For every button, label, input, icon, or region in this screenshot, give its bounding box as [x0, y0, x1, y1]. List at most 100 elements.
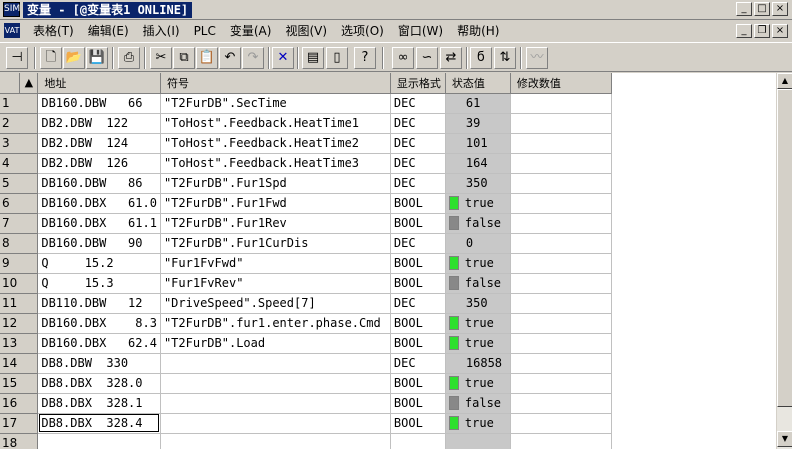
modify-var-icon[interactable]: ϭ [470, 47, 492, 69]
cell-address[interactable]: DB160.DBX 61.0 [37, 193, 161, 214]
row-number[interactable]: 12 [0, 313, 39, 334]
menu-item-8[interactable]: 帮助(H) [450, 23, 506, 39]
cell-symbol[interactable] [160, 373, 391, 394]
cell-address[interactable]: DB160.DBX 8.3 [37, 313, 161, 334]
chart-icon[interactable]: 〰 [526, 47, 548, 69]
table-row[interactable]: 11 DB110.DBW 12 "DriveSpeed".Speed[7] DEC 35… [0, 293, 776, 314]
cell-symbol[interactable]: "T2FurDB".Load [160, 333, 391, 354]
close-button[interactable]: × [772, 2, 788, 16]
cell-display-format[interactable]: BOOL [390, 413, 446, 434]
monitor-icon[interactable]: ▤ [302, 47, 324, 69]
vertical-scrollbar[interactable]: ▲ ▼ [776, 73, 792, 449]
table-row[interactable]: 13 DB160.DBX 62.4 "T2FurDB".Load BOOL true [0, 333, 776, 354]
cell-symbol[interactable]: "DriveSpeed".Speed[7] [160, 293, 391, 314]
header-display-format[interactable]: 显示格式 [390, 73, 446, 94]
cell-address[interactable]: DB160.DBX 62.4 [37, 333, 161, 354]
cell-display-format[interactable]: BOOL [390, 393, 446, 414]
cell-symbol[interactable] [160, 413, 391, 434]
cell-symbol[interactable]: "T2FurDB".SecTime [160, 93, 391, 114]
cell-address[interactable]: DB160.DBX 61.1 [37, 213, 161, 234]
cell-symbol[interactable]: "T2FurDB".Fur1Spd [160, 173, 391, 194]
cell-address[interactable]: DB2.DBW 122 [37, 113, 161, 134]
cell-address[interactable]: DB8.DBW 330 [37, 353, 161, 374]
copy-icon[interactable]: ⧉ [173, 47, 195, 69]
cell-address[interactable]: DB110.DBW 12 [37, 293, 161, 314]
cell-display-format[interactable]: BOOL [390, 313, 446, 334]
cell-display-format[interactable]: BOOL [390, 253, 446, 274]
cell-display-format[interactable]: BOOL [390, 213, 446, 234]
table-row[interactable]: 3 DB2.DBW 124 "ToHost".Feedback.HeatTime2 D… [0, 133, 776, 154]
cell-symbol[interactable]: "Fur1FvFwd" [160, 253, 391, 274]
cell-symbol[interactable]: "T2FurDB".Fur1Rev [160, 213, 391, 234]
cell-address[interactable]: DB2.DBW 126 [37, 153, 161, 174]
cell-symbol[interactable]: "ToHost".Feedback.HeatTime3 [160, 153, 391, 174]
help-icon[interactable]: ? [354, 47, 376, 69]
cell-modify-value[interactable] [510, 233, 612, 254]
cell-display-format[interactable]: DEC [390, 353, 446, 374]
cut-icon[interactable]: ✂ [150, 47, 172, 69]
row-number[interactable]: 8 [0, 233, 39, 254]
table-row[interactable]: 5 DB160.DBW 86 "T2FurDB".Fur1Spd DEC 350 [0, 173, 776, 194]
cell-modify-value[interactable] [510, 113, 612, 134]
undo-icon[interactable]: ↶ [219, 47, 241, 69]
row-number[interactable]: 14 [0, 353, 39, 374]
cell-display-format[interactable]: DEC [390, 293, 446, 314]
cell-address[interactable]: Q 15.3 [37, 273, 161, 294]
row-number[interactable]: 2 [0, 113, 39, 134]
table-row[interactable]: 4 DB2.DBW 126 "ToHost".Feedback.HeatTime3 D… [0, 153, 776, 174]
table-row[interactable]: 17 DB8.DBX 328.4 BOOL true [0, 413, 776, 434]
table-row[interactable]: 10 Q 15.3 "Fur1FvRev" BOOL false [0, 273, 776, 294]
row-number[interactable]: 6 [0, 193, 39, 214]
table-row[interactable]: 8 DB160.DBW 90 "T2FurDB".Fur1CurDis DEC 0 [0, 233, 776, 254]
pin-icon[interactable]: ⊣ [6, 47, 28, 69]
cell-display-format[interactable]: DEC [390, 153, 446, 174]
table-row[interactable]: 6 DB160.DBX 61.0 "T2FurDB".Fur1Fwd BOOL true [0, 193, 776, 214]
cell-address[interactable] [37, 433, 161, 449]
cell-modify-value[interactable] [510, 413, 612, 434]
table-row[interactable]: 14 DB8.DBW 330 DEC 16858 [0, 353, 776, 374]
header-modify-value[interactable]: 修改数值 [510, 73, 612, 94]
cell-symbol[interactable]: "T2FurDB".Fur1Fwd [160, 193, 391, 214]
cell-modify-value[interactable] [510, 273, 612, 294]
row-number[interactable]: 4 [0, 153, 39, 174]
cell-address[interactable]: DB8.DBX 328.4 [37, 413, 161, 434]
table-row[interactable]: 7 DB160.DBX 61.1 "T2FurDB".Fur1Rev BOOL fals… [0, 213, 776, 234]
trigger-modify-icon[interactable]: ⇅ [494, 47, 516, 69]
cell-address[interactable]: DB160.DBW 86 [37, 173, 161, 194]
cell-modify-value[interactable] [510, 173, 612, 194]
menu-item-3[interactable]: PLC [187, 23, 223, 39]
row-number[interactable]: 13 [0, 333, 39, 354]
cell-display-format[interactable]: BOOL [390, 273, 446, 294]
header-address[interactable]: 地址 [37, 73, 161, 94]
cell-display-format[interactable]: BOOL [390, 333, 446, 354]
cell-modify-value[interactable] [510, 333, 612, 354]
paste-icon[interactable]: 📋 [196, 47, 218, 69]
table-row[interactable]: 2 DB2.DBW 122 "ToHost".Feedback.HeatTime1 D… [0, 113, 776, 134]
cell-display-format[interactable]: DEC [390, 173, 446, 194]
row-number[interactable]: 3 [0, 133, 39, 154]
doc-close-button[interactable]: × [772, 24, 788, 38]
cell-address[interactable]: DB160.DBW 90 [37, 233, 161, 254]
header-status-value[interactable]: 状态值 [445, 73, 511, 94]
modify-icon[interactable]: ▯ [326, 47, 348, 69]
cell-display-format[interactable]: DEC [390, 93, 446, 114]
scroll-up-button[interactable]: ▲ [777, 73, 792, 89]
document-icon[interactable]: VAT [4, 23, 20, 38]
row-number[interactable]: 5 [0, 173, 39, 194]
monitor-var-icon[interactable]: ∽ [416, 47, 438, 69]
trigger-icon[interactable]: ⇄ [440, 47, 462, 69]
cell-display-format[interactable]: BOOL [390, 373, 446, 394]
cell-modify-value[interactable] [510, 313, 612, 334]
table-row[interactable]: 1 DB160.DBW 66 "T2FurDB".SecTime DEC 61 [0, 93, 776, 114]
menu-item-4[interactable]: 变量(A) [223, 23, 279, 39]
row-number[interactable]: 11 [0, 293, 39, 314]
doc-restore-button[interactable]: ❐ [754, 24, 770, 38]
print-icon[interactable]: ⎙ [118, 47, 140, 69]
table-row[interactable]: 18 [0, 433, 776, 449]
cell-modify-value[interactable] [510, 373, 612, 394]
header-symbol[interactable]: 符号 [160, 73, 391, 94]
cell-modify-value[interactable] [510, 213, 612, 234]
menu-item-1[interactable]: 编辑(E) [81, 23, 136, 39]
row-number[interactable]: 1 [0, 93, 39, 114]
cell-address[interactable]: DB160.DBW 66 [37, 93, 161, 114]
